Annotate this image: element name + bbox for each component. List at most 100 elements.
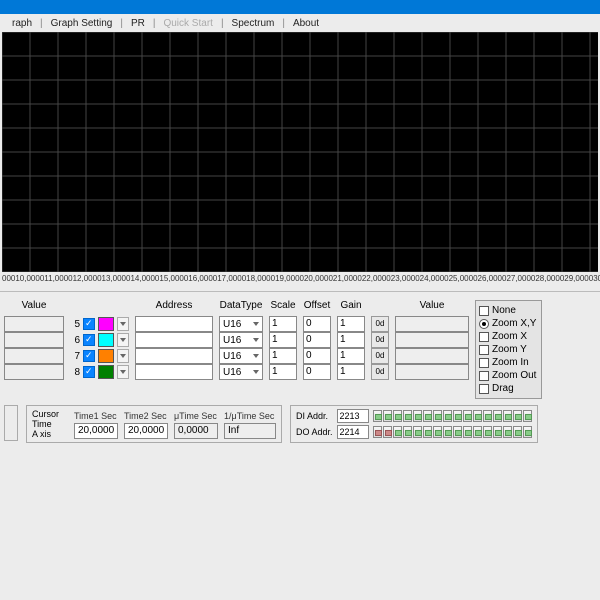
channel-color-swatch[interactable] — [98, 365, 114, 379]
menu-spectrum[interactable]: Spectrum — [224, 18, 283, 29]
scale-input[interactable]: 1 — [269, 332, 297, 348]
col-header-value2: Value — [395, 300, 469, 313]
zoom-option-toggle[interactable] — [479, 345, 489, 355]
format-button[interactable]: 0d — [371, 348, 389, 364]
time1-input[interactable]: 20,0000 — [74, 423, 118, 439]
do-addr-input[interactable]: 2214 — [337, 425, 369, 439]
zoom-option-toggle[interactable] — [479, 358, 489, 368]
do-led-indicator[interactable] — [473, 426, 482, 438]
x-tick: 24,0000 — [420, 274, 449, 283]
do-led-indicator[interactable] — [513, 426, 522, 438]
format-button[interactable]: 0d — [371, 364, 389, 380]
menu-graph-setting[interactable]: Graph Setting — [43, 18, 121, 29]
address-input[interactable] — [135, 348, 213, 364]
menu-pr[interactable]: PR — [123, 18, 153, 29]
do-led-indicator[interactable] — [483, 426, 492, 438]
do-led-indicator[interactable] — [383, 426, 392, 438]
do-led-indicator[interactable] — [503, 426, 512, 438]
datatype-select[interactable]: U16 — [219, 364, 263, 380]
menu-graph[interactable]: raph — [4, 18, 40, 29]
do-led-indicator[interactable] — [393, 426, 402, 438]
gain-input[interactable]: 1 — [337, 348, 365, 364]
zoom-option-label: None — [492, 305, 516, 316]
address-input[interactable] — [135, 316, 213, 332]
offset-input[interactable]: 0 — [303, 316, 331, 332]
x-tick: 23,0000 — [391, 274, 420, 283]
do-led-indicator[interactable] — [443, 426, 452, 438]
offset-input[interactable]: 0 — [303, 332, 331, 348]
channel-color-dropdown[interactable] — [117, 349, 129, 363]
channel-color-dropdown[interactable] — [117, 333, 129, 347]
utime-display: 0,0000 — [174, 423, 218, 439]
col-header-gain: Gain — [337, 300, 365, 313]
do-addr-label: DO Addr. — [296, 427, 333, 437]
di-addr-input[interactable]: 2213 — [337, 409, 369, 423]
di-led-indicator — [423, 410, 432, 422]
x-tick: 30,0000 — [593, 274, 600, 283]
x-tick: 10,0000 — [15, 274, 44, 283]
offset-input[interactable]: 0 — [303, 364, 331, 380]
datatype-select[interactable]: U16 — [219, 332, 263, 348]
col-header-value: Value — [4, 300, 64, 313]
zoom-option-toggle[interactable] — [479, 384, 489, 394]
zoom-option-toggle[interactable] — [479, 371, 489, 381]
gain-input[interactable]: 1 — [337, 332, 365, 348]
menu-about[interactable]: About — [285, 18, 327, 29]
channel-enable-checkbox[interactable] — [83, 318, 95, 330]
do-led-indicator[interactable] — [493, 426, 502, 438]
do-led-indicator[interactable] — [463, 426, 472, 438]
col-header-offset: Offset — [303, 300, 331, 313]
format-button[interactable]: 0d — [371, 332, 389, 348]
channel-color-swatch[interactable] — [98, 333, 114, 347]
scale-input[interactable]: 1 — [269, 316, 297, 332]
do-led-indicator[interactable] — [423, 426, 432, 438]
zoom-option-toggle[interactable] — [479, 319, 489, 329]
x-tick: 13,0000 — [102, 274, 131, 283]
channel-enable-checkbox[interactable] — [83, 350, 95, 362]
channel-number: 8 — [70, 367, 80, 378]
do-led-indicator[interactable] — [453, 426, 462, 438]
channel-color-swatch[interactable] — [98, 317, 114, 331]
menubar: raph| Graph Setting| PR| Quick Start| Sp… — [0, 14, 600, 32]
menu-quick-start: Quick Start — [155, 18, 220, 29]
do-led-indicator[interactable] — [413, 426, 422, 438]
zoom-option-label: Zoom Out — [492, 370, 536, 381]
zoom-option-toggle[interactable] — [479, 332, 489, 342]
channel-enable-checkbox[interactable] — [83, 366, 95, 378]
do-led-indicator[interactable] — [433, 426, 442, 438]
scale-input[interactable]: 1 — [269, 364, 297, 380]
format-button[interactable]: 0d — [371, 316, 389, 332]
x-tick: 27,0000 — [506, 274, 535, 283]
time2-input[interactable]: 20,0000 — [124, 423, 168, 439]
x-tick: 26,0000 — [478, 274, 507, 283]
datatype-select[interactable]: U16 — [219, 348, 263, 364]
channel-color-dropdown[interactable] — [117, 317, 129, 331]
do-led-indicator[interactable] — [373, 426, 382, 438]
zoom-panel: NoneZoom X,YZoom XZoom YZoom InZoom OutD… — [475, 300, 542, 399]
left-stub-panel — [4, 405, 18, 441]
x-tick: 22,0000 — [362, 274, 391, 283]
gain-input[interactable]: 1 — [337, 316, 365, 332]
zoom-option-label: Zoom X — [492, 331, 527, 342]
plot-area[interactable] — [2, 32, 598, 272]
do-led-indicator[interactable] — [403, 426, 412, 438]
di-addr-label: DI Addr. — [296, 411, 333, 421]
x-tick: 18,0000 — [246, 274, 275, 283]
scale-input[interactable]: 1 — [269, 348, 297, 364]
datatype-select[interactable]: U16 — [219, 316, 263, 332]
do-led-indicator[interactable] — [523, 426, 532, 438]
offset-input[interactable]: 0 — [303, 348, 331, 364]
cursor-time-panel: CursorTimeA xis Time1 Sec 20,0000 Time2 … — [26, 405, 282, 443]
x-tick: 20,0000 — [304, 274, 333, 283]
address-input[interactable] — [135, 364, 213, 380]
gain-input[interactable]: 1 — [337, 364, 365, 380]
x-tick: 000 — [2, 274, 15, 283]
address-input[interactable] — [135, 332, 213, 348]
zoom-option-toggle[interactable] — [479, 306, 489, 316]
channel-color-swatch[interactable] — [98, 349, 114, 363]
channel-color-dropdown[interactable] — [117, 365, 129, 379]
col-header-scale: Scale — [269, 300, 297, 313]
di-led-indicator — [433, 410, 442, 422]
channel-enable-checkbox[interactable] — [83, 334, 95, 346]
x-tick: 21,0000 — [333, 274, 362, 283]
